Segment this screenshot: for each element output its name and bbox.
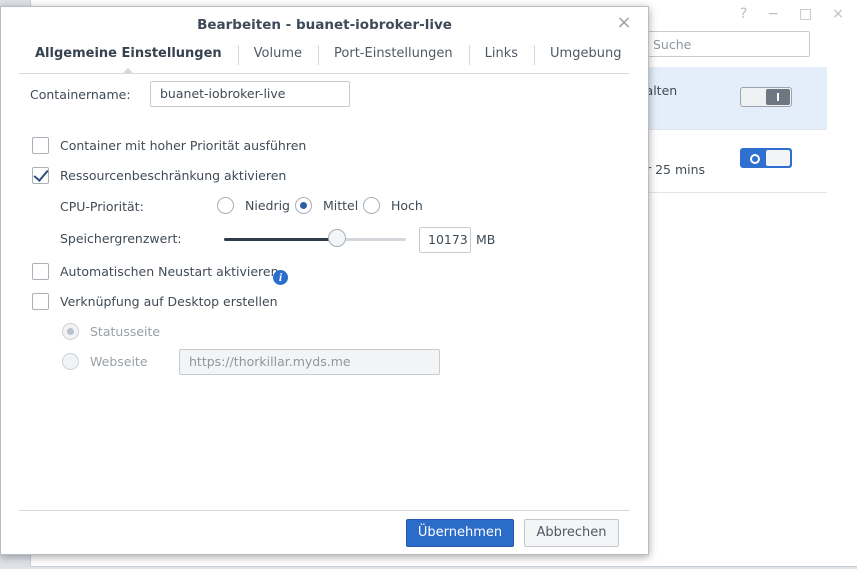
container-toggle-on[interactable] [740, 148, 792, 168]
memory-limit-label: Speichergrenzwert: [60, 231, 182, 246]
tab-port-settings[interactable]: Port-Einstellungen [318, 39, 469, 73]
tab-environment[interactable]: Umgebung [534, 39, 637, 73]
tab-links[interactable]: Links [468, 39, 534, 73]
dialog-title: Bearbeiten - buanet-iobroker-live [197, 17, 452, 33]
desktop-shortcut-label: Verknüpfung auf Desktop erstellen [60, 294, 278, 309]
minimize-icon[interactable]: − [767, 6, 779, 22]
cpu-radio-low[interactable] [217, 197, 234, 214]
memory-slider-fill [224, 238, 337, 241]
auto-restart-checkbox[interactable] [32, 263, 49, 280]
cpu-option-high: Hoch [391, 198, 423, 213]
list-item[interactable]: gehalten [618, 67, 827, 130]
footer-divider [19, 510, 630, 511]
auto-restart-label: Automatischen Neustart aktivieren [60, 264, 279, 279]
shortcut-url-input: https://thorkillar.myds.me [179, 349, 440, 375]
high-priority-checkbox[interactable] [32, 137, 49, 154]
resource-limit-label: Ressourcenbeschränkung aktivieren [60, 168, 287, 183]
shortcut-status-label: Statusseite [90, 324, 161, 339]
desktop-shortcut-checkbox[interactable] [32, 293, 49, 310]
list-item[interactable]: uft p for 25 mins [618, 130, 827, 193]
shortcut-status-radio [62, 323, 79, 340]
search-placeholder: Suche [653, 36, 692, 52]
container-name-input[interactable]: buanet-iobroker-live [150, 81, 350, 107]
shortcut-web-radio [62, 353, 79, 370]
close-icon[interactable]: × [832, 6, 844, 22]
resource-limit-checkbox[interactable] [32, 167, 49, 184]
high-priority-label: Container mit hoher Priorität ausführen [60, 138, 307, 153]
cpu-radio-high[interactable] [363, 197, 380, 214]
cpu-option-medium: Mittel [323, 198, 359, 213]
tab-general-settings[interactable]: Allgemeine Einstellungen [19, 39, 238, 74]
cancel-button[interactable]: Abbrechen [524, 519, 619, 547]
memory-slider[interactable] [224, 229, 406, 247]
memory-unit-label: MB [476, 232, 496, 247]
memory-limit-input[interactable]: 10173 [419, 227, 471, 253]
cpu-radio-medium[interactable] [295, 197, 312, 214]
apply-button[interactable]: Übernehmen [406, 519, 514, 547]
info-icon[interactable]: i [273, 270, 288, 285]
cpu-priority-label: CPU-Priorität: [60, 199, 144, 214]
memory-slider-handle[interactable] [327, 229, 346, 247]
cpu-option-low: Niedrig [245, 198, 290, 213]
edit-dialog: Bearbeiten - buanet-iobroker-live × Allg… [0, 6, 649, 555]
help-icon[interactable]: ? [740, 6, 747, 22]
maximize-icon[interactable]: □ [799, 6, 812, 22]
tab-volume[interactable]: Volume [237, 39, 318, 73]
shortcut-web-label: Webseite [90, 354, 148, 369]
tab-bar: Allgemeine Einstellungen Volume Port-Ein… [19, 39, 629, 74]
window-controls: ? − □ × [740, 6, 844, 22]
close-icon[interactable]: × [616, 14, 632, 32]
container-name-label: Containername: [30, 87, 131, 102]
search-box[interactable]: Suche [625, 31, 810, 57]
container-toggle-off[interactable] [740, 87, 792, 107]
